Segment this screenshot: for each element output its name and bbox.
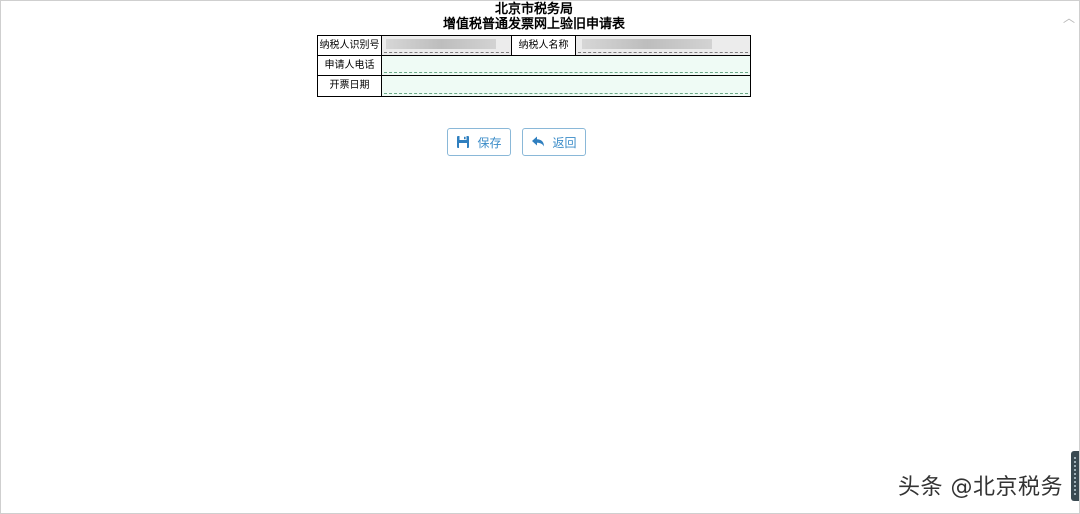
- form-row-phone: 申请人电话: [318, 56, 750, 76]
- form-row-taxpayer: 纳税人识别号 纳税人名称: [318, 36, 750, 56]
- taxpayer-id-label: 纳税人识别号: [318, 36, 382, 55]
- floppy-disk-icon: [456, 135, 470, 149]
- redacted-block: [582, 39, 712, 49]
- application-form: 纳税人识别号 纳税人名称 申请人电话 开票日期: [317, 35, 751, 97]
- back-button[interactable]: 返回: [522, 128, 586, 156]
- watermark: 头条 @北京税务: [898, 475, 1063, 500]
- taxpayer-id-field: [382, 36, 512, 55]
- side-scroll-handle[interactable]: [1071, 451, 1079, 501]
- invoice-date-input[interactable]: [382, 76, 750, 96]
- save-button[interactable]: 保存: [447, 128, 511, 156]
- scroll-up-icon[interactable]: ︿: [1063, 9, 1075, 26]
- invoice-date-label: 开票日期: [318, 76, 382, 96]
- back-button-label: 返回: [552, 135, 577, 150]
- form-row-date: 开票日期: [318, 76, 750, 96]
- taxpayer-name-field: [576, 36, 750, 55]
- title-form-name: 增值税普通发票网上验旧申请表: [442, 17, 625, 32]
- taxpayer-name-label: 纳税人名称: [512, 36, 576, 55]
- reply-arrow-icon: [531, 135, 545, 149]
- redacted-block: [386, 39, 496, 49]
- title-authority: 北京市税务局: [494, 2, 573, 17]
- save-button-label: 保存: [477, 135, 502, 150]
- form-title: 北京市税务局 增值税普通发票网上验旧申请表: [1, 2, 1067, 33]
- applicant-phone-input[interactable]: [382, 56, 750, 75]
- applicant-phone-label: 申请人电话: [318, 56, 382, 75]
